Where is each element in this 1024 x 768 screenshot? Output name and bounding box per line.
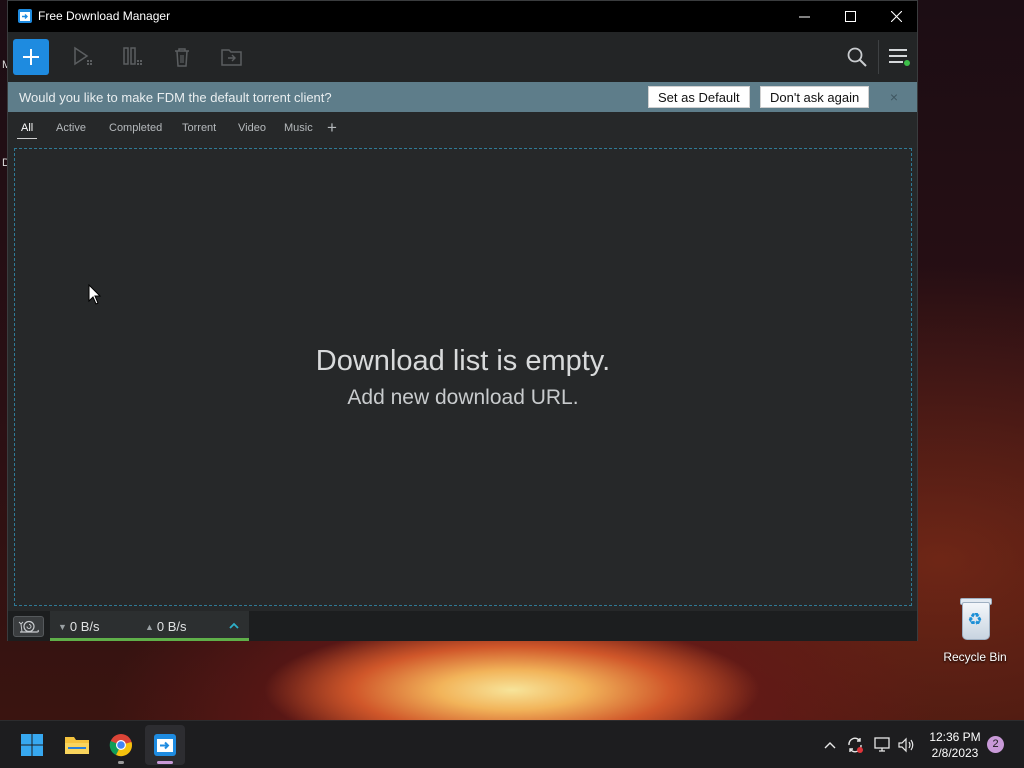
recycle-bin-label: Recycle Bin [943, 650, 1007, 664]
set-as-default-button[interactable]: Set as Default [648, 86, 750, 108]
taskbar-fdm[interactable] [145, 725, 185, 765]
minimize-button[interactable] [781, 1, 827, 32]
title-bar[interactable]: Free Download Manager [8, 1, 917, 32]
fdm-icon [154, 734, 176, 756]
chrome-icon [109, 734, 132, 757]
taskbar: 12:36 PM 2/8/2023 2 [0, 720, 1024, 768]
notification-badge[interactable]: 2 [987, 736, 1004, 753]
notice-close-icon[interactable]: × [886, 89, 902, 105]
windows-logo-icon [21, 734, 43, 756]
folder-icon [65, 737, 89, 754]
default-client-notice: Would you like to make FDM the default t… [8, 82, 917, 112]
show-hidden-icons-chevron-icon[interactable] [820, 735, 840, 755]
tab-music[interactable]: Music [284, 122, 313, 134]
volume-icon[interactable] [897, 735, 917, 755]
clock-time: 12:36 PM [929, 730, 981, 744]
system-clock[interactable]: 12:36 PM 2/8/2023 [924, 729, 986, 761]
sync-icon[interactable] [845, 735, 865, 755]
snail-mode-button[interactable] [13, 616, 44, 637]
start-button[interactable] [12, 725, 52, 765]
tab-active[interactable]: Active [56, 122, 86, 134]
close-icon [890, 11, 902, 22]
download-list-dropzone[interactable]: Download list is empty. Add new download… [14, 148, 912, 606]
tab-video[interactable]: Video [238, 122, 266, 134]
window-title: Free Download Manager [38, 9, 171, 23]
tab-torrent[interactable]: Torrent [182, 122, 216, 134]
empty-list-subtitle: Add new download URL. [347, 386, 579, 409]
resume-icon[interactable] [72, 46, 96, 68]
fdm-app-icon [18, 9, 32, 23]
taskbar-chrome[interactable] [101, 725, 141, 765]
empty-list-title: Download list is empty. [315, 345, 611, 377]
upload-speed: ▲ 0 B/s [145, 619, 187, 634]
close-button[interactable] [873, 1, 919, 32]
active-indicator [157, 761, 173, 764]
menu-icon[interactable] [887, 46, 911, 68]
running-indicator [118, 761, 124, 764]
dont-ask-again-button[interactable]: Don't ask again [760, 86, 870, 108]
filter-tabs: All Active Completed Torrent Video Music… [8, 112, 917, 144]
snail-icon [18, 620, 39, 633]
pause-icon[interactable] [122, 46, 146, 68]
taskbar-file-explorer[interactable] [57, 725, 97, 765]
search-icon[interactable] [846, 46, 868, 68]
add-download-button[interactable] [13, 39, 49, 75]
toolbar-divider [878, 40, 879, 74]
status-bar: ▼ 0 B/s ▲ 0 B/s [8, 611, 917, 641]
tab-completed[interactable]: Completed [109, 122, 162, 134]
tab-all[interactable]: All [16, 122, 38, 139]
maximize-button[interactable] [827, 1, 873, 32]
recycle-bin[interactable]: ♻ Recycle Bin [941, 594, 1009, 664]
down-arrow-icon: ▼ [58, 622, 67, 632]
toolbar [8, 32, 917, 82]
fdm-window: Free Download Manager Would you like to … [7, 0, 918, 641]
move-to-folder-icon[interactable] [220, 46, 244, 68]
delete-icon[interactable] [170, 46, 194, 68]
speed-panel[interactable]: ▼ 0 B/s ▲ 0 B/s [50, 611, 249, 641]
add-tab-button[interactable]: + [327, 118, 337, 138]
plus-icon [23, 49, 39, 65]
notice-message: Would you like to make FDM the default t… [19, 90, 332, 105]
recycle-bin-icon: ♻ [958, 596, 992, 640]
network-icon[interactable] [872, 735, 892, 755]
clock-date: 2/8/2023 [931, 746, 979, 760]
download-speed: ▼ 0 B/s [58, 619, 100, 634]
mouse-cursor-icon [88, 284, 102, 305]
minimize-icon [798, 16, 810, 18]
chevron-up-icon[interactable] [229, 619, 239, 633]
up-arrow-icon: ▲ [145, 622, 154, 632]
maximize-icon [844, 11, 856, 22]
